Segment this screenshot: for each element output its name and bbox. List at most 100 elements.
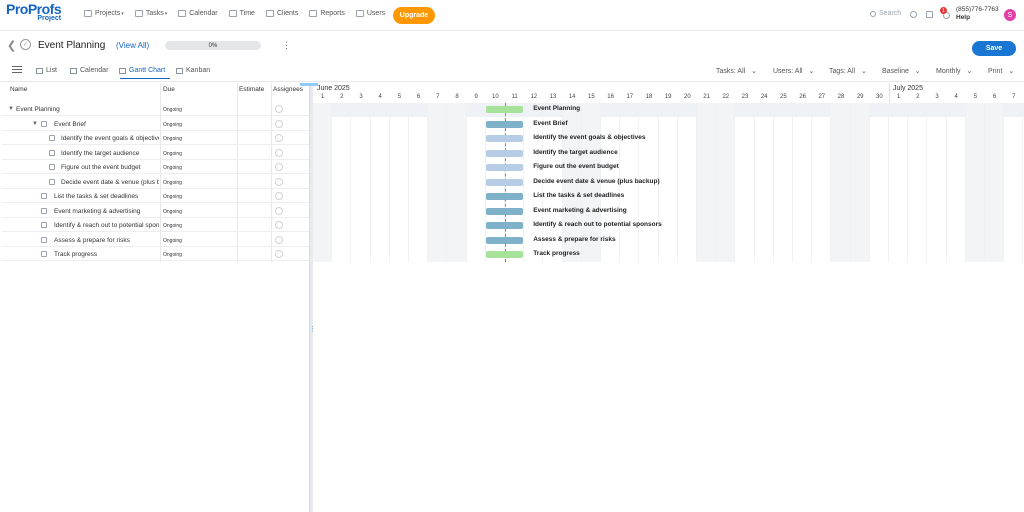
task-name[interactable]: Assess & prepare for risks [54,237,159,244]
task-name[interactable]: Track progress [54,251,159,258]
view-all-link[interactable]: (View All) [116,41,149,50]
day-column [870,103,889,262]
chevron-down-icon: ⌄ [806,68,815,75]
nav-tasks[interactable]: Tasks ▾ [134,10,167,17]
gantt-bar[interactable] [485,251,524,258]
active-tab-indicator [120,78,170,79]
assignee-add-icon[interactable] [275,235,283,244]
day-header: 26 [799,94,806,100]
assignee-add-icon[interactable] [275,250,283,258]
assignee-add-icon[interactable] [275,221,283,229]
complete-check-icon[interactable]: ✓ [20,39,31,50]
table-row[interactable]: Event marketing & advertising Ongoing [2,204,309,218]
filter-tasks[interactable]: Tasks: All ⌄ [716,67,757,75]
month-separator [889,83,890,103]
column-header-assignees[interactable]: Assignees [273,86,303,93]
activity-icon[interactable] [926,11,933,18]
day-column [889,103,909,262]
timer-icon[interactable] [910,11,917,18]
table-row[interactable]: Track progress Ongoing [2,247,309,261]
gantt-bar[interactable] [485,120,524,128]
tab-kanban[interactable]: Kanban [176,67,210,74]
document-icon [49,164,55,170]
task-name[interactable]: Event marketing & advertising [54,208,159,215]
day-column [850,103,870,262]
menu-toggle-icon[interactable] [12,66,22,73]
gantt-bar[interactable] [485,207,524,215]
assignee-add-icon[interactable] [275,177,283,186]
assignee-add-icon[interactable] [275,163,283,171]
task-name[interactable]: Event Brief [54,121,159,128]
nav-projects[interactable]: Projects ▾ [84,10,124,17]
assignee-add-icon[interactable] [275,119,283,128]
table-row[interactable]: Identify the target audience Ongoing [2,146,309,160]
table-row[interactable]: Assess & prepare for risks Ongoing [2,233,309,247]
gantt-bar[interactable] [485,178,524,186]
notification-badge: 1 [940,7,947,14]
nav-calendar[interactable]: Calendar [178,10,218,17]
tab-calendar[interactable]: Calendar [70,67,108,74]
gantt-bar[interactable] [485,135,524,142]
nav-time[interactable]: Time [228,10,255,17]
task-name[interactable]: Identify the event goals & objectives [61,135,159,142]
search-box[interactable]: Search [870,10,901,17]
table-row[interactable]: Identify the event goals & objectives Ong… [2,131,309,145]
gantt-bar[interactable] [485,222,524,229]
task-name[interactable]: Event Planning [16,106,159,113]
table-row[interactable]: Decide event date & venue (plus backup) O… [2,175,309,189]
task-name[interactable]: Decide event date & venue (plus backup) [61,179,159,186]
column-header-estimate[interactable]: Estimate [239,86,264,93]
table-row[interactable]: Identify & reach out to potential sponso… [2,218,309,232]
gantt-bar[interactable] [485,193,524,200]
gantt-bar[interactable] [485,149,524,157]
task-due: Ongoing [163,150,182,157]
gantt-bar-label: Identify the target audience [533,148,618,156]
filter-users[interactable]: Users: All ⌄ [773,67,814,75]
gantt-bar[interactable] [485,164,524,171]
assignee-add-icon[interactable] [275,134,283,142]
filter-print[interactable]: Print ⌄ [988,67,1014,75]
task-name[interactable]: List the tasks & set deadlines [54,193,159,200]
task-name[interactable]: Figure out the event budget [61,164,159,171]
day-column [428,103,448,262]
collapse-triangle-icon[interactable]: ▼ [8,106,14,112]
task-name[interactable]: Identify the target audience [61,150,159,157]
calendar-icon [178,10,187,17]
assignee-add-icon[interactable] [275,148,283,157]
proprofs-logo[interactable]: ProProfs Project [6,2,62,22]
assignee-add-icon[interactable] [275,192,283,200]
collapse-triangle-icon[interactable]: ▼ [32,121,38,127]
table-row[interactable]: ▼ Event Brief Ongoing [2,117,309,131]
gantt-bar[interactable] [485,236,524,244]
upgrade-button[interactable]: Upgrade [393,7,435,24]
clients-icon [265,10,274,17]
assignee-add-icon[interactable] [275,105,283,113]
save-button[interactable]: Save [972,41,1016,56]
filter-monthly[interactable]: Monthly ⌄ [936,67,972,75]
filter-tags[interactable]: Tags: All ⌄ [829,67,867,75]
help-link[interactable]: Help [956,14,999,22]
assignee-add-icon[interactable] [275,206,283,215]
gantt-bar[interactable] [485,106,524,113]
nav-label: Clients [276,10,299,17]
column-header-name[interactable]: Name [10,86,27,93]
nav-clients[interactable]: Clients [265,10,299,17]
phone-number: (855)776-7763 [956,6,999,13]
table-row[interactable]: Figure out the event budget Ongoing [2,160,309,174]
folder-icon [41,236,47,243]
task-name[interactable]: Identify & reach out to potential sponso… [54,222,159,229]
users-icon [355,10,364,17]
table-row[interactable]: ▼ Event Planning Ongoing [2,102,309,116]
column-header-due[interactable]: Due [163,86,175,93]
filter-baseline[interactable]: Baseline ⌄ [882,67,921,75]
table-row[interactable]: List the tasks & set deadlines Ongoing [2,189,309,203]
nav-reports[interactable]: Reports [309,10,345,17]
more-options-icon[interactable]: ⋮ [282,40,291,51]
tab-list[interactable]: List [36,67,57,74]
back-arrow-icon[interactable]: ❮ [7,39,16,52]
tab-gantt-chart[interactable]: Gantt Chart [119,67,165,74]
day-header: 1 [320,94,325,100]
gantt-bar-label: Identify & reach out to potential sponso… [533,221,662,228]
user-avatar[interactable]: S [1004,9,1016,21]
nav-users[interactable]: Users [355,10,385,17]
